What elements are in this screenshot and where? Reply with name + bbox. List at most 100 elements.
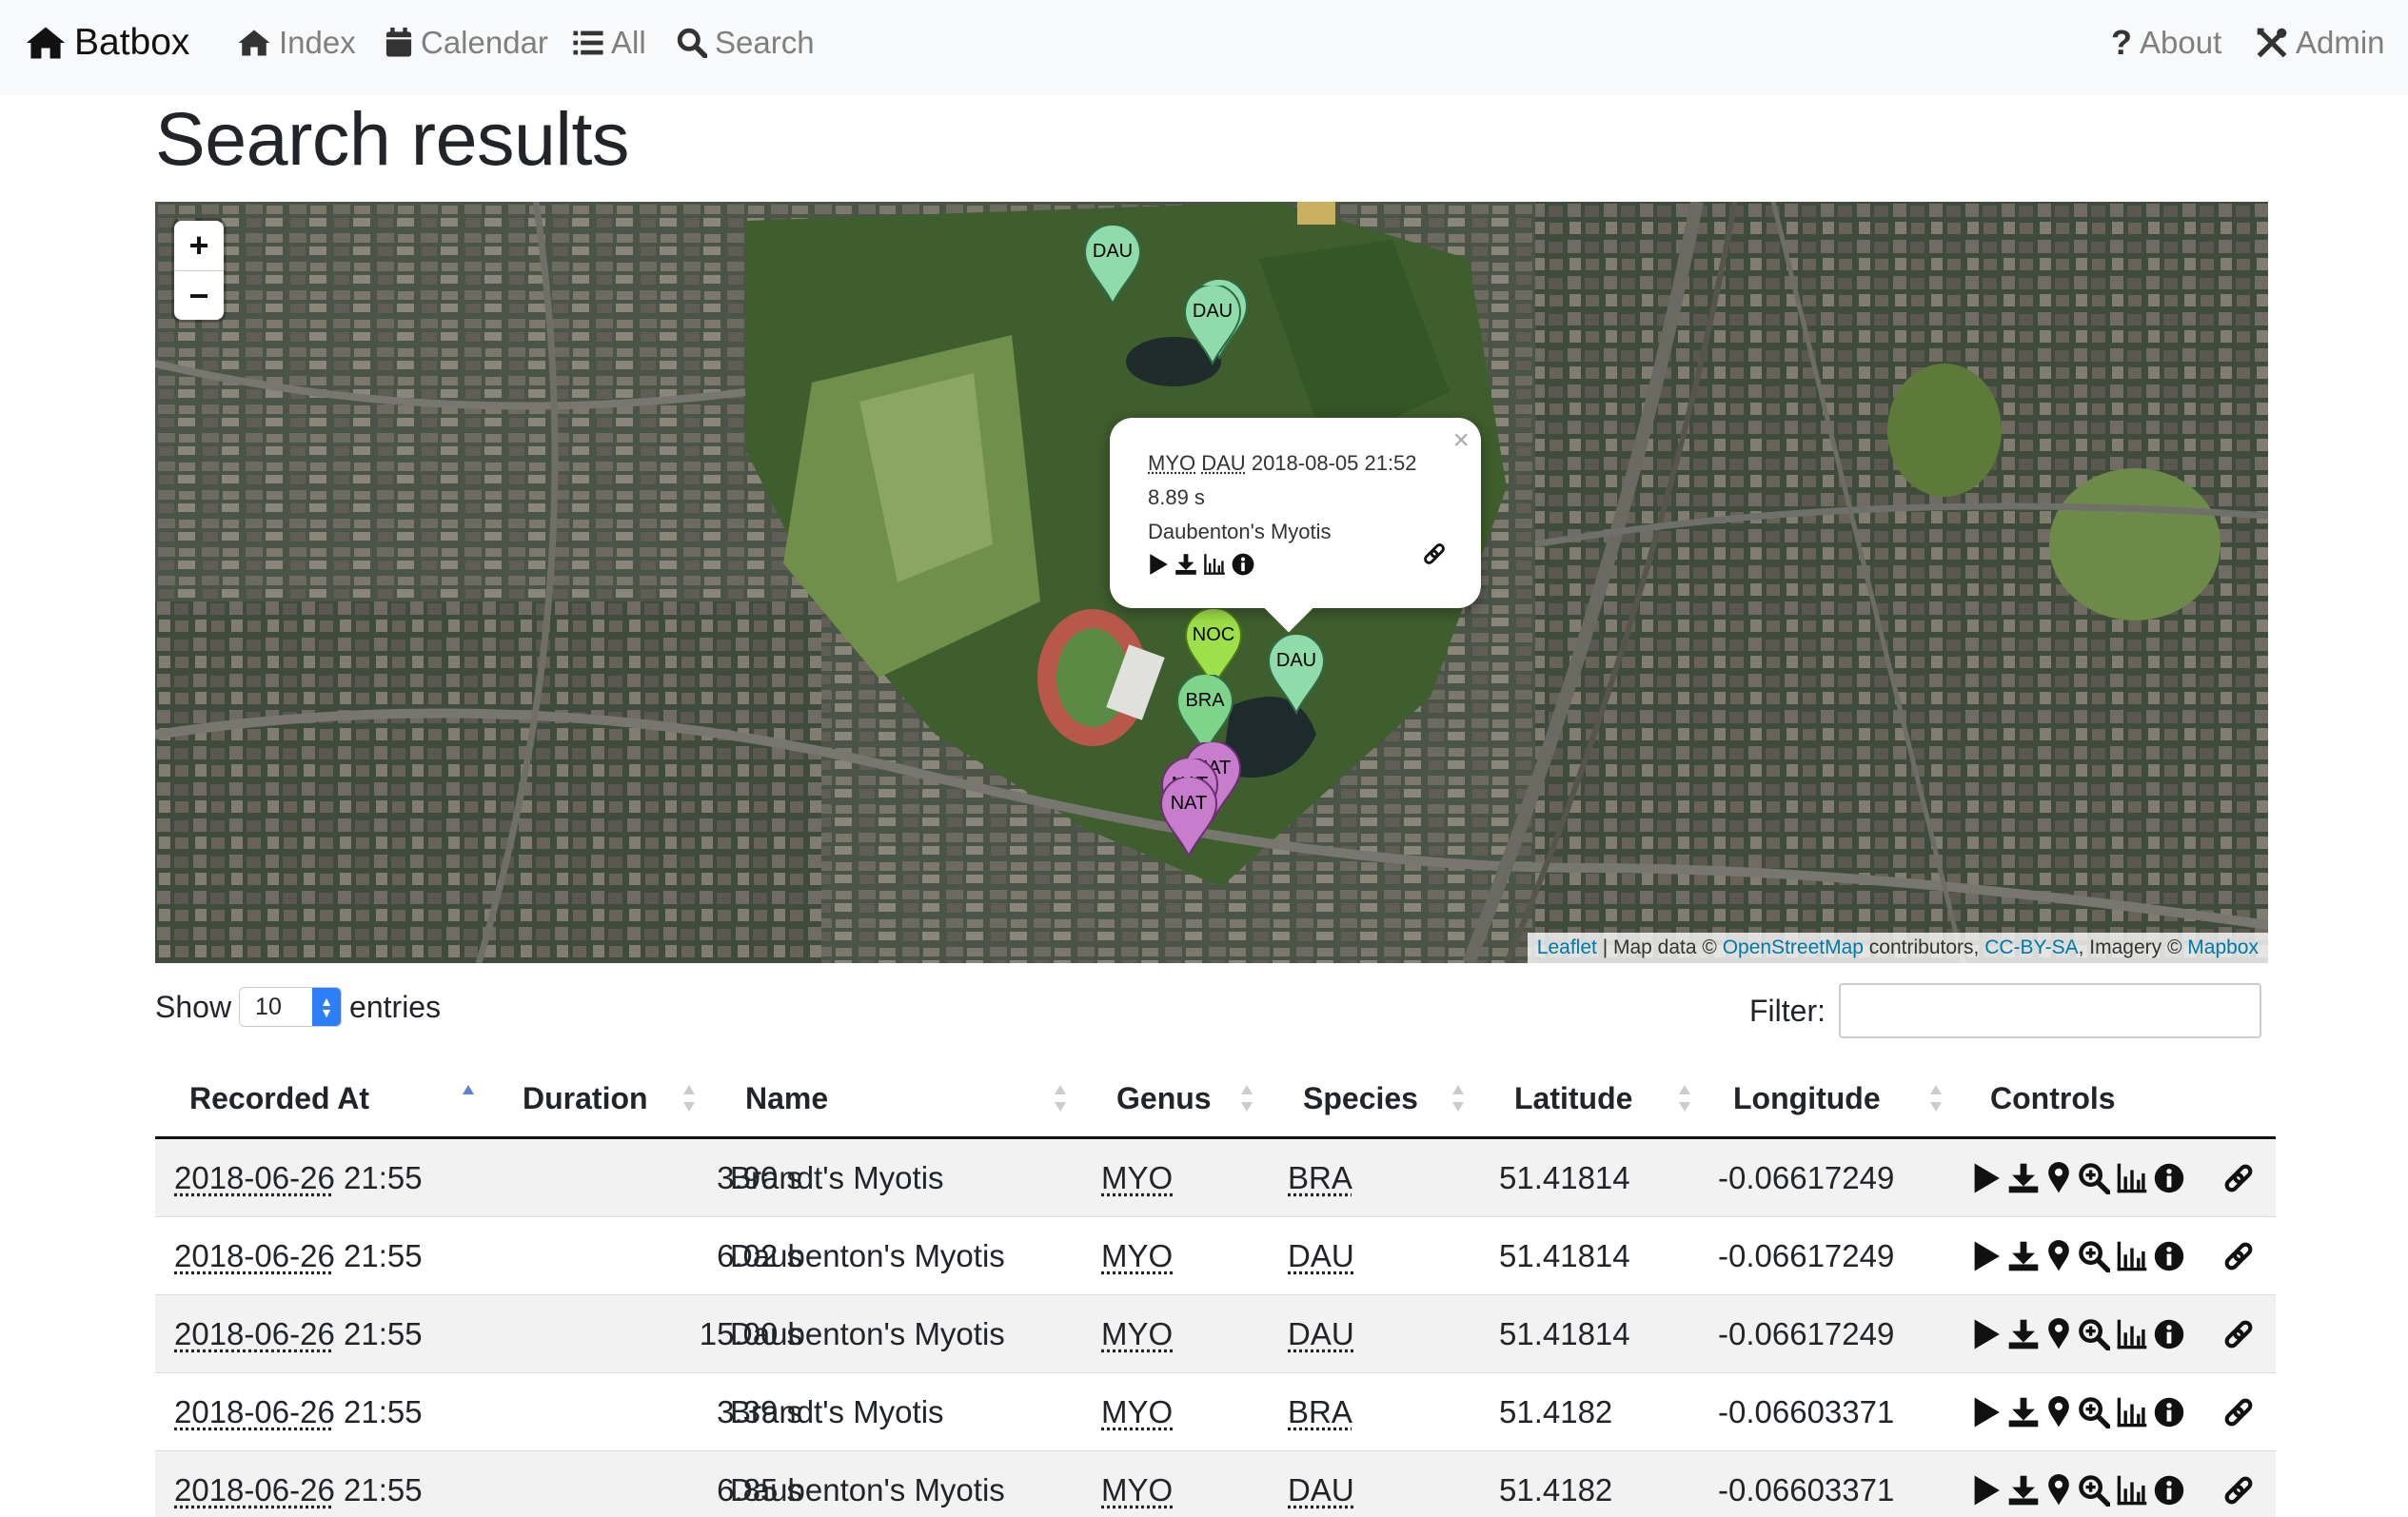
- info-icon[interactable]: [1232, 553, 1254, 576]
- results-table: Recorded At Duration Name Genus Species …: [155, 1058, 2276, 1517]
- zoom-out-button[interactable]: −: [174, 270, 224, 320]
- mapbox-link[interactable]: Mapbox: [2187, 936, 2259, 958]
- table-header: Recorded At Duration Name Genus Species …: [155, 1058, 2276, 1139]
- map-marker[interactable]: DAU: [1083, 226, 1142, 305]
- osm-link[interactable]: OpenStreetMap: [1723, 936, 1864, 958]
- nav-admin[interactable]: Admin: [2256, 0, 2385, 86]
- map-marker[interactable]: DAU: [1183, 286, 1242, 365]
- play-icon[interactable]: [1971, 1474, 2002, 1507]
- filter-input[interactable]: [1839, 983, 2261, 1038]
- play-icon[interactable]: [1971, 1318, 2002, 1350]
- genus-abbr[interactable]: MYO: [1101, 1238, 1173, 1274]
- nav-admin-label: Admin: [2296, 25, 2385, 61]
- nav-about[interactable]: ? About: [2111, 0, 2221, 86]
- cell-species: DAU: [1288, 1451, 1354, 1517]
- spectrogram-icon[interactable]: [2116, 1162, 2148, 1194]
- spectrogram-icon[interactable]: [2116, 1240, 2148, 1272]
- cell-genus: MYO: [1101, 1451, 1173, 1517]
- popup-title: MYO DAU 2018-08-05 21:52: [1148, 446, 1481, 481]
- column-name[interactable]: Name: [745, 1058, 828, 1139]
- column-recorded-at[interactable]: Recorded At: [189, 1058, 369, 1139]
- map-pin-icon[interactable]: [2045, 1240, 2072, 1272]
- nav-all[interactable]: All: [573, 0, 646, 86]
- spectrogram-icon[interactable]: [2116, 1474, 2148, 1507]
- nav-search[interactable]: Search: [677, 0, 815, 86]
- map-marker[interactable]: NAT: [1159, 778, 1218, 857]
- download-icon[interactable]: [2007, 1318, 2040, 1350]
- question-icon: ?: [2111, 23, 2132, 63]
- date-link[interactable]: 2018-06-26: [174, 1472, 335, 1508]
- zoom-in-button[interactable]: +: [174, 221, 224, 270]
- column-species[interactable]: Species: [1303, 1058, 1418, 1139]
- play-icon[interactable]: [1971, 1396, 2002, 1428]
- column-latitude[interactable]: Latitude: [1514, 1058, 1632, 1139]
- download-icon[interactable]: [2007, 1474, 2040, 1507]
- play-icon[interactable]: [1971, 1162, 2002, 1194]
- nav-calendar[interactable]: Calendar: [385, 0, 548, 86]
- download-icon[interactable]: [2007, 1162, 2040, 1194]
- zoom-icon[interactable]: [2078, 1396, 2110, 1428]
- map-pin-icon[interactable]: [2045, 1162, 2072, 1194]
- download-icon[interactable]: [1174, 553, 1197, 576]
- marker-label: DAU: [1183, 301, 1242, 323]
- play-icon[interactable]: [1148, 553, 1169, 576]
- species-abbr[interactable]: DAU: [1288, 1472, 1354, 1508]
- zoom-control: + −: [174, 221, 224, 320]
- map-pin-icon[interactable]: [2045, 1318, 2072, 1350]
- spectrogram-icon[interactable]: [2116, 1396, 2148, 1428]
- map[interactable]: + − DAU DAU DAU NOC DAU BRA NAT NAT NAT …: [155, 202, 2268, 963]
- leaflet-link[interactable]: Leaflet: [1537, 936, 1597, 958]
- map-pin-icon[interactable]: [2045, 1474, 2072, 1507]
- download-icon[interactable]: [2007, 1240, 2040, 1272]
- nav-index[interactable]: Index: [237, 0, 356, 86]
- genus-abbr[interactable]: MYO: [1101, 1472, 1173, 1508]
- cell-species: DAU: [1288, 1217, 1354, 1295]
- column-genus[interactable]: Genus: [1116, 1058, 1212, 1139]
- species-abbr[interactable]: BRA: [1288, 1160, 1352, 1196]
- map-pin-icon[interactable]: [2045, 1396, 2072, 1428]
- page-title: Search results: [155, 95, 629, 183]
- spectrogram-icon[interactable]: [2116, 1318, 2148, 1350]
- date-link[interactable]: 2018-06-26: [174, 1316, 335, 1352]
- species-abbr[interactable]: BRA: [1288, 1394, 1352, 1430]
- info-icon[interactable]: [2154, 1475, 2184, 1506]
- license-link[interactable]: CC-BY-SA: [1984, 936, 2078, 958]
- date-link[interactable]: 2018-06-26: [174, 1394, 335, 1430]
- info-icon[interactable]: [2154, 1397, 2184, 1428]
- genus-abbr[interactable]: MYO: [1101, 1316, 1173, 1352]
- genus-abbr[interactable]: MYO: [1101, 1160, 1173, 1196]
- species-abbr[interactable]: DAU: [1288, 1316, 1354, 1352]
- column-duration[interactable]: Duration: [523, 1058, 648, 1139]
- date-link[interactable]: 2018-06-26: [174, 1238, 335, 1274]
- info-icon[interactable]: [2154, 1163, 2184, 1193]
- popup-genus: MYO: [1148, 451, 1195, 475]
- zoom-icon[interactable]: [2078, 1474, 2110, 1507]
- species-abbr[interactable]: DAU: [1288, 1238, 1354, 1274]
- brand-link[interactable]: Batbox: [25, 0, 189, 86]
- link-icon[interactable]: [1422, 542, 1447, 566]
- zoom-icon[interactable]: [2078, 1240, 2110, 1272]
- zoom-icon[interactable]: [2078, 1318, 2110, 1350]
- search-icon: [677, 28, 707, 58]
- info-icon[interactable]: [2154, 1319, 2184, 1350]
- zoom-icon[interactable]: [2078, 1162, 2110, 1194]
- cell-genus: MYO: [1101, 1373, 1173, 1451]
- entries-select[interactable]: 10 ▲ ▼: [239, 987, 342, 1027]
- popup-close-button[interactable]: ×: [1452, 424, 1470, 458]
- link-icon[interactable]: [2222, 1396, 2255, 1428]
- genus-abbr[interactable]: MYO: [1101, 1394, 1173, 1430]
- download-icon[interactable]: [2007, 1396, 2040, 1428]
- link-icon[interactable]: [2222, 1240, 2255, 1272]
- play-icon[interactable]: [1971, 1240, 2002, 1272]
- column-longitude[interactable]: Longitude: [1733, 1058, 1881, 1139]
- date-link[interactable]: 2018-06-26: [174, 1160, 335, 1196]
- select-arrows-icon: ▲ ▼: [312, 988, 341, 1026]
- info-icon[interactable]: [2154, 1241, 2184, 1271]
- marker-label: BRA: [1175, 690, 1234, 712]
- spectrogram-icon[interactable]: [1203, 553, 1226, 576]
- sort-icon: [682, 1079, 696, 1117]
- link-icon[interactable]: [2222, 1162, 2255, 1194]
- link-icon[interactable]: [2222, 1318, 2255, 1350]
- link-icon[interactable]: [2222, 1474, 2255, 1507]
- map-marker[interactable]: DAU: [1267, 635, 1326, 715]
